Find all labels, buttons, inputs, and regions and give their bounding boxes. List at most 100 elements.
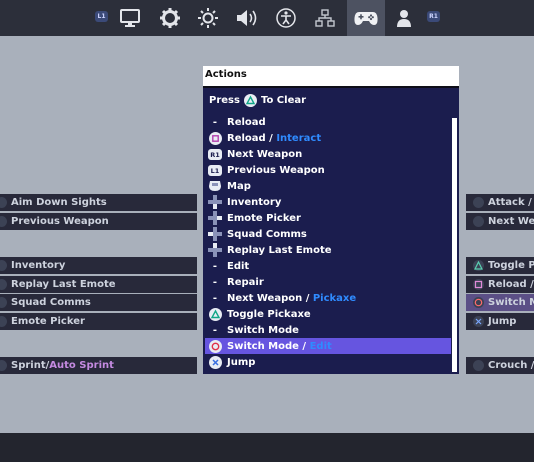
action-item-jump[interactable]: Jump	[205, 354, 451, 370]
tab-game-settings[interactable]	[152, 0, 188, 36]
r1-badge-icon: R1	[427, 11, 440, 22]
dpad-down-icon	[208, 195, 222, 209]
action-label: Next Weapon	[227, 292, 303, 304]
triangle-button-icon	[208, 307, 222, 321]
binding-row-emote-picker[interactable]: Emote Picker	[0, 313, 197, 330]
binding-row-toggle-pickaxe[interactable]: Toggle Pi	[466, 257, 534, 274]
l1-button-icon: L1	[208, 163, 222, 177]
binding-row-aim-down-sights[interactable]: Aim Down Sights	[0, 194, 197, 211]
tab-display[interactable]	[112, 0, 148, 36]
popup-title: Actions	[205, 69, 247, 80]
action-item-edit[interactable]: - Edit	[205, 258, 451, 274]
row-label: Inventory	[11, 260, 66, 271]
tab-controller[interactable]	[347, 0, 385, 36]
action-item-emote-picker[interactable]: Emote Picker	[205, 210, 451, 226]
clear-hint-suffix: To Clear	[260, 95, 307, 106]
accessibility-icon	[276, 8, 296, 28]
r1-button-icon: R1	[208, 147, 222, 161]
action-item-next-weapon[interactable]: R1 Next Weapon	[205, 146, 451, 162]
brightness-icon	[198, 8, 218, 28]
r2-button-icon	[473, 197, 484, 208]
action-item-switch-mode[interactable]: - Switch Mode	[205, 322, 451, 338]
clear-hint-prefix: Press	[209, 95, 240, 106]
clear-hint: Press To Clear	[209, 94, 306, 107]
circle-button-icon	[473, 297, 484, 308]
action-item-reload[interactable]: - Reload	[205, 114, 451, 130]
action-item-inventory[interactable]: Inventory	[205, 194, 451, 210]
binding-row-replay-last-emote[interactable]: Replay Last Emote	[0, 276, 197, 293]
l3-button-icon	[0, 360, 7, 371]
action-alt-label: Pickaxe	[312, 292, 357, 304]
action-label: Switch Mode	[227, 340, 299, 352]
action-label: Toggle Pickaxe	[227, 308, 311, 320]
action-alt-label: Interact	[276, 132, 322, 144]
row-label: Crouch /	[488, 360, 534, 371]
action-label: Inventory	[227, 196, 282, 208]
binding-row-previous-weapon[interactable]: Previous Weapon	[0, 213, 197, 230]
triangle-button-icon	[473, 260, 484, 271]
action-label: Emote Picker	[227, 212, 301, 224]
l1-badge-icon: L1	[95, 11, 108, 22]
controller-icon	[354, 12, 378, 25]
action-label: Replay Last Emote	[227, 244, 332, 256]
row-label: Toggle Pi	[488, 260, 534, 271]
action-label: Edit	[227, 260, 250, 272]
binding-row-reload[interactable]: Reload /	[466, 276, 534, 293]
action-item-reload-interact[interactable]: Reload / Interact	[205, 130, 451, 146]
tab-accessibility[interactable]	[268, 0, 304, 36]
tab-audio[interactable]	[229, 0, 265, 36]
popup-header: Actions	[203, 66, 459, 88]
l2-button-icon	[0, 197, 7, 208]
unbound-dash: -	[212, 276, 218, 288]
binding-row-attack[interactable]: Attack /	[466, 194, 534, 211]
action-item-map[interactable]: Map	[205, 178, 451, 194]
tab-input[interactable]	[307, 0, 343, 36]
action-item-next-weapon-pickaxe[interactable]: - Next Weapon / Pickaxe	[205, 290, 451, 306]
binding-row-squad-comms[interactable]: Squad Comms	[0, 294, 197, 311]
scrollbar-thumb[interactable]	[452, 118, 457, 372]
row-alt-label: Auto Sprint	[49, 360, 114, 371]
action-label: Map	[227, 180, 251, 192]
tab-account[interactable]	[386, 0, 422, 36]
action-item-repair[interactable]: - Repair	[205, 274, 451, 290]
action-item-squad-comms[interactable]: Squad Comms	[205, 226, 451, 242]
action-label: Reload	[227, 132, 266, 144]
binding-row-sprint[interactable]: Sprint / Auto Sprint	[0, 357, 197, 374]
scrollbar[interactable]	[452, 118, 457, 372]
unbound-dash: -	[212, 292, 218, 304]
action-item-switch-mode-edit[interactable]: Switch Mode / Edit	[205, 338, 451, 354]
gear-icon	[160, 8, 180, 28]
volume-icon	[237, 10, 257, 26]
action-label: Previous Weapon	[227, 164, 325, 176]
tab-next-r1[interactable]: R1	[418, 0, 454, 36]
row-label: Attack /	[488, 197, 532, 208]
circle-button-icon	[208, 339, 222, 353]
cross-button-icon	[208, 355, 222, 369]
action-alt-label: Edit	[309, 340, 332, 352]
row-label: Replay Last Emote	[11, 279, 116, 290]
actions-list: Press To Clear - Reload Reload / Interac…	[203, 88, 459, 374]
row-label: Sprint	[11, 360, 46, 371]
monitor-icon	[120, 9, 140, 27]
action-label: Squad Comms	[227, 228, 307, 240]
cross-button-icon	[473, 316, 484, 327]
row-label: Reload /	[488, 279, 534, 290]
action-item-replay-last-emote[interactable]: Replay Last Emote	[205, 242, 451, 258]
action-label: Repair	[227, 276, 264, 288]
action-item-previous-weapon[interactable]: L1 Previous Weapon	[205, 162, 451, 178]
binding-row-inventory[interactable]: Inventory	[0, 257, 197, 274]
binding-row-switch-mode[interactable]: Switch M	[466, 294, 534, 311]
network-icon	[315, 9, 335, 27]
binding-row-crouch[interactable]: Crouch /	[466, 357, 534, 374]
row-label: Switch M	[488, 297, 534, 308]
action-label: Next Weapon	[227, 148, 303, 160]
action-item-toggle-pickaxe[interactable]: Toggle Pickaxe	[205, 306, 451, 322]
binding-row-jump[interactable]: Jump	[466, 313, 534, 330]
tab-brightness[interactable]	[190, 0, 226, 36]
r1-button-icon	[473, 216, 484, 227]
footer-bar	[0, 433, 534, 462]
binding-row-next-weapon[interactable]: Next Wea	[466, 213, 534, 230]
row-label: Emote Picker	[11, 316, 85, 327]
dpad-up-icon	[208, 243, 222, 257]
actions-popup: Actions Press To Clear - Reload Reload /…	[203, 66, 459, 374]
